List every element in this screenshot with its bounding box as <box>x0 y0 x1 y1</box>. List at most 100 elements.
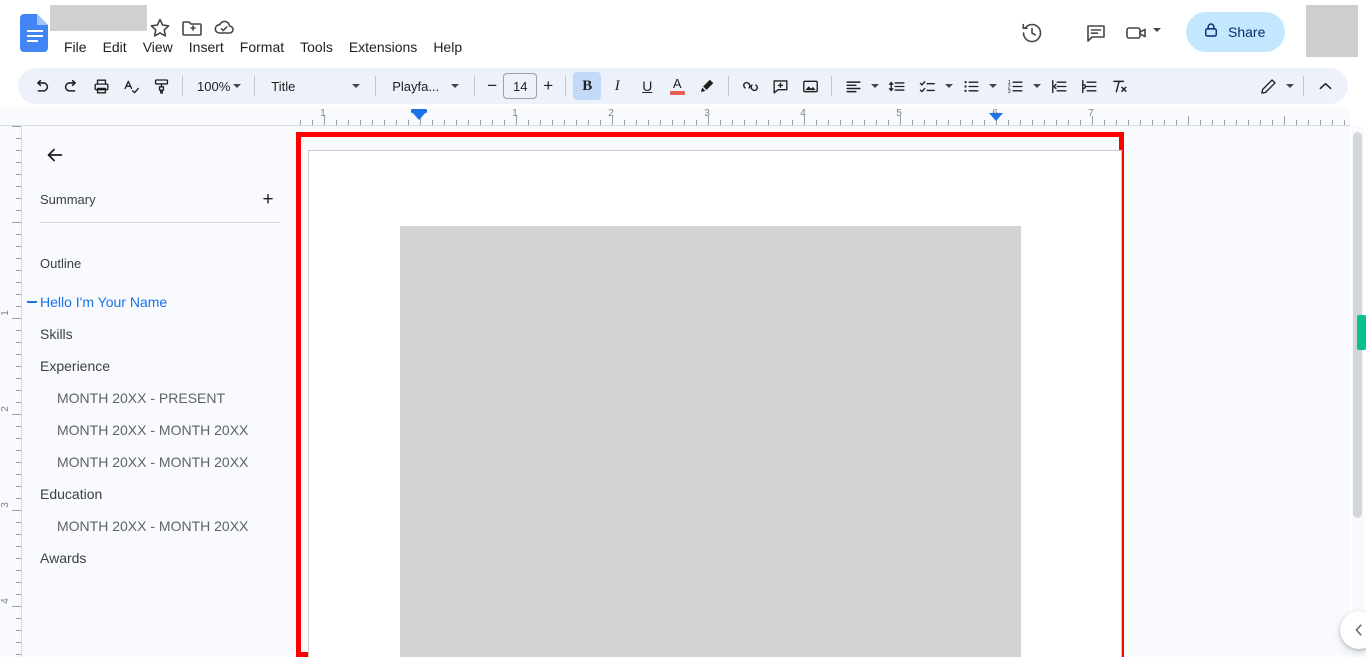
top-bar: File Edit View Insert Format Tools Exten… <box>0 0 1366 64</box>
outline-item[interactable]: MONTH 20XX - MONTH 20XX <box>22 510 296 542</box>
ruler-tick <box>672 120 673 125</box>
menu-edit[interactable]: Edit <box>95 36 135 58</box>
ruler-tick <box>1224 120 1225 125</box>
avatar-redacted[interactable] <box>1306 5 1358 57</box>
video-camera-icon[interactable] <box>1124 21 1152 45</box>
redo-icon[interactable] <box>57 72 85 100</box>
ruler-tick <box>780 120 781 125</box>
ruler-tick <box>1080 120 1081 125</box>
ruler-tick <box>924 120 925 125</box>
font-family-selector[interactable]: Playfa... <box>382 72 468 100</box>
insert-image-icon[interactable] <box>796 72 824 100</box>
outline-item-label: Skills <box>40 326 73 342</box>
collapse-marker-icon[interactable] <box>27 301 37 303</box>
align-left-icon[interactable] <box>839 72 867 100</box>
ruler-tick <box>1068 120 1069 125</box>
add-comment-icon[interactable] <box>766 72 794 100</box>
highlight-pen-icon[interactable] <box>693 72 721 100</box>
menu-file[interactable]: File <box>56 36 95 58</box>
vruler-tick <box>16 138 21 139</box>
horizontal-ruler[interactable]: 11234567 <box>0 108 1350 126</box>
image-placeholder-block[interactable] <box>400 226 1021 657</box>
vruler-tick <box>16 402 21 403</box>
underline-button[interactable]: U <box>633 72 661 100</box>
menu-help[interactable]: Help <box>425 36 470 58</box>
menu-format[interactable]: Format <box>232 36 292 58</box>
share-button[interactable]: Share <box>1186 12 1286 52</box>
clear-formatting-icon[interactable] <box>1105 72 1133 100</box>
style-caret-icon[interactable] <box>349 72 363 100</box>
vruler-number: 2 <box>0 406 11 412</box>
editing-mode-caret-icon[interactable] <box>1283 72 1297 100</box>
decrease-font-size-button[interactable]: − <box>481 72 503 100</box>
outline-item[interactable]: Awards <box>22 542 296 574</box>
font-size-input[interactable]: 14 <box>503 73 538 99</box>
back-arrow-icon[interactable] <box>40 140 70 170</box>
first-line-indent-marker[interactable] <box>411 111 427 120</box>
checklist-icon[interactable] <box>913 72 941 100</box>
vruler-tick <box>16 594 21 595</box>
docs-logo-icon[interactable] <box>20 14 50 52</box>
vertical-ruler[interactable]: 1 2 3 4 <box>0 126 22 657</box>
menu-insert[interactable]: Insert <box>181 36 232 58</box>
outline-item[interactable]: Hello I'm Your Name <box>22 286 296 318</box>
line-spacing-icon[interactable] <box>883 72 911 100</box>
menu-extensions[interactable]: Extensions <box>341 36 425 58</box>
checklist-caret-icon[interactable] <box>942 72 956 100</box>
decrease-indent-icon[interactable] <box>1045 72 1073 100</box>
menu-view[interactable]: View <box>135 36 181 58</box>
text-color-button[interactable]: A <box>663 72 691 100</box>
bold-button[interactable]: B <box>573 72 602 100</box>
align-caret-icon[interactable] <box>868 72 882 100</box>
spellcheck-icon[interactable] <box>117 72 145 100</box>
insert-link-icon[interactable] <box>736 72 764 100</box>
pencil-editing-icon[interactable] <box>1254 72 1282 100</box>
numbered-list-caret-icon[interactable] <box>1030 72 1044 100</box>
zoom-caret-icon[interactable] <box>230 72 244 100</box>
outline-item[interactable]: MONTH 20XX - PRESENT <box>22 382 296 414</box>
outline-item[interactable]: MONTH 20XX - MONTH 20XX <box>22 446 296 478</box>
paragraph-style-selector[interactable]: Title <box>261 72 369 100</box>
numbered-list-icon[interactable]: 1 2 3 <box>1001 72 1029 100</box>
document-page[interactable] <box>308 150 1122 657</box>
outline-item-label: Experience <box>40 358 111 374</box>
undo-icon[interactable] <box>27 72 55 100</box>
font-caret-icon[interactable] <box>448 72 462 100</box>
print-icon[interactable] <box>87 72 115 100</box>
outline-item[interactable]: Education <box>22 478 296 510</box>
ruler-tick <box>960 120 961 125</box>
add-summary-button[interactable]: + <box>256 187 280 211</box>
meet-dropdown-caret-icon[interactable] <box>1153 28 1161 32</box>
summary-label: Summary <box>40 191 96 207</box>
vruler-tick <box>16 462 21 463</box>
document-title-redacted[interactable] <box>50 5 147 31</box>
outline-item-label: Hello I'm Your Name <box>40 294 168 310</box>
chevron-up-icon[interactable] <box>1311 72 1339 100</box>
ruler-tick <box>372 120 373 125</box>
ruler-tick <box>1128 120 1129 125</box>
bulleted-list-caret-icon[interactable] <box>986 72 1000 100</box>
outline-item[interactable]: Experience <box>22 350 296 382</box>
comment-history-icon[interactable] <box>1084 21 1108 45</box>
outline-item[interactable]: MONTH 20XX - MONTH 20XX <box>22 414 296 446</box>
ruler-tick <box>456 120 457 125</box>
version-history-icon[interactable] <box>1020 21 1044 45</box>
ruler-tick <box>1248 120 1249 125</box>
ruler-tick <box>312 120 313 125</box>
document-canvas[interactable] <box>296 126 1350 657</box>
increase-indent-icon[interactable] <box>1075 72 1103 100</box>
toolbar-separator <box>1303 76 1304 96</box>
menu-tools[interactable]: Tools <box>292 36 341 58</box>
ruler-number: 5 <box>896 108 902 119</box>
vruler-tick <box>12 606 21 607</box>
outline-item[interactable]: Skills <box>22 318 296 350</box>
paint-format-icon[interactable] <box>147 72 175 100</box>
italic-button[interactable]: I <box>603 72 631 100</box>
right-indent-marker[interactable] <box>989 113 1003 121</box>
vruler-tick <box>16 654 21 655</box>
summary-divider <box>40 222 280 223</box>
increase-font-size-button[interactable]: + <box>537 72 559 100</box>
ruler-tick <box>660 120 661 125</box>
bulleted-list-icon[interactable] <box>957 72 985 100</box>
zoom-selector[interactable]: 100% <box>189 72 248 100</box>
